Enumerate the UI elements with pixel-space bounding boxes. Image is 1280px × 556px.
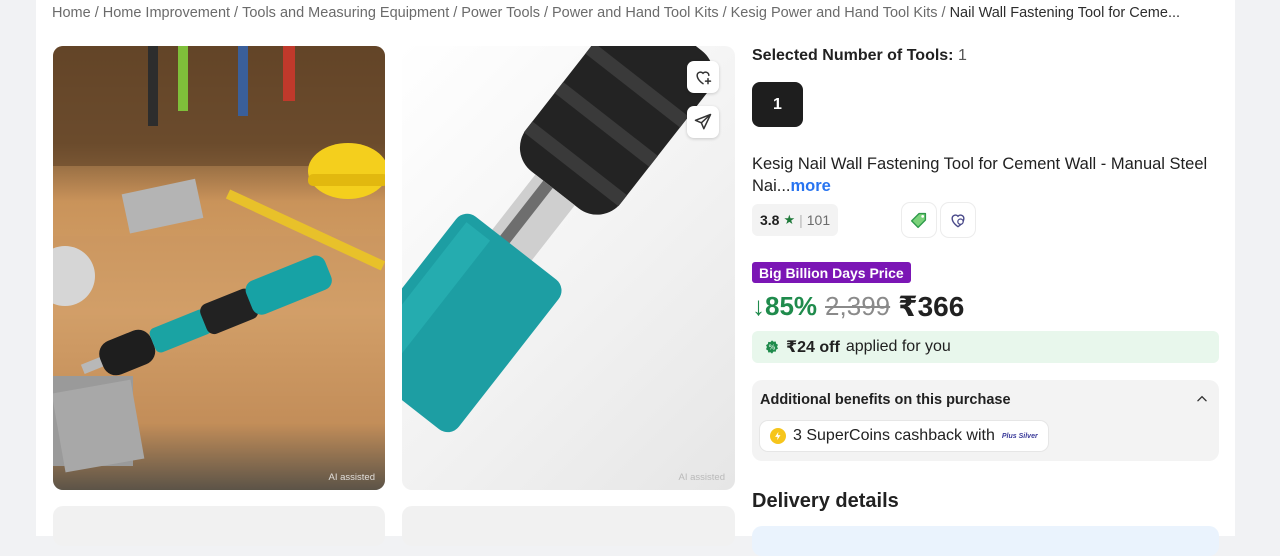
ai-assisted-label: AI assisted: [678, 472, 725, 483]
breadcrumb-separator: /: [453, 5, 458, 21]
rating-count: 101: [806, 212, 831, 228]
ai-assisted-label: AI assisted: [328, 472, 375, 483]
wishlist-button[interactable]: [687, 61, 719, 93]
supercoins-text: 3 SuperCoins cashback with: [793, 427, 995, 444]
supercoins-cashback: 3 SuperCoins cashback with Plus Silver: [760, 421, 1048, 451]
product-page: Home / Home Improvement / Tools and Measurin…: [36, 0, 1235, 556]
offer-text: applied for you: [845, 338, 951, 355]
breadcrumb: Home / Home Improvement / Tools and Measurin…: [52, 5, 1222, 21]
workshop-scene-image: [53, 46, 385, 490]
svg-text:%: %: [769, 343, 776, 352]
breadcrumb-separator: /: [234, 5, 239, 21]
offer-amount: ₹24 off: [786, 339, 840, 356]
sale-badge: Big Billion Days Price: [752, 262, 911, 283]
share-button[interactable]: [687, 106, 719, 138]
breadcrumb-tool-kits[interactable]: Power and Hand Tool Kits: [552, 5, 719, 21]
tool-closeup-image: [402, 46, 714, 433]
original-price: 2,399: [825, 291, 891, 321]
heart-plus-icon: [696, 71, 712, 85]
breadcrumb-tools-measuring[interactable]: Tools and Measuring Equipment: [242, 5, 449, 21]
rating-badge[interactable]: 3.8 ★ | 101: [752, 204, 839, 236]
breadcrumb-current: Nail Wall Fastening Tool for Ceme...: [949, 5, 1181, 21]
rating-divider: |: [799, 212, 803, 228]
price-tag-button[interactable]: [902, 203, 936, 237]
product-image-secondary[interactable]: AI assisted: [402, 46, 735, 490]
lightning-icon: [775, 431, 781, 441]
selected-tools-label: Selected Number of Tools: 1: [752, 47, 967, 65]
price-tag-icon: [910, 212, 927, 229]
product-image-main[interactable]: AI assisted: [53, 46, 385, 490]
breadcrumb-separator: /: [941, 5, 946, 21]
benefits-heading: Additional benefits on this purchase: [760, 392, 1011, 408]
breadcrumb-home[interactable]: Home: [52, 5, 91, 21]
heart-outline-icon: [951, 214, 965, 228]
thumbnail-placeholder[interactable]: [402, 506, 735, 546]
chevron-up-icon[interactable]: [1195, 392, 1209, 406]
share-icon: [694, 113, 712, 130]
applied-offer-banner: % ₹24 off applied for you: [752, 331, 1219, 363]
discount-percent: ↓85%: [752, 291, 818, 321]
read-more-link[interactable]: more: [791, 177, 831, 195]
breadcrumb-home-improvement[interactable]: Home Improvement: [103, 5, 230, 21]
rating-score: 3.8: [760, 212, 780, 228]
plus-silver-logo: Plus Silver: [1001, 432, 1038, 440]
breadcrumb-separator: /: [722, 5, 727, 21]
breadcrumb-separator: /: [94, 5, 99, 21]
product-title: Kesig Nail Wall Fastening Tool for Cemen…: [752, 153, 1222, 197]
selling-price: ₹366: [898, 291, 965, 322]
star-icon: ★: [783, 212, 796, 227]
delivery-details-heading: Delivery details: [752, 490, 899, 512]
delivery-details-box[interactable]: [752, 526, 1219, 556]
price-row: ↓85% 2,399 ₹366: [752, 290, 964, 323]
wishlist-outline-button[interactable]: [941, 203, 975, 237]
additional-benefits-panel[interactable]: Additional benefits on this purchase 3 S…: [752, 380, 1219, 461]
selected-tools-caption: Selected Number of Tools:: [752, 47, 954, 64]
breadcrumb-power-tools[interactable]: Power Tools: [461, 5, 540, 21]
selected-tools-value: 1: [957, 47, 967, 64]
offer-badge-icon: %: [766, 340, 778, 354]
tool-count-option[interactable]: 1: [752, 82, 803, 127]
thumbnail-placeholder[interactable]: [53, 506, 385, 546]
breadcrumb-kesig-kits[interactable]: Kesig Power and Hand Tool Kits: [731, 5, 938, 21]
breadcrumb-separator: /: [543, 5, 549, 21]
supercoin-icon: [770, 428, 786, 444]
